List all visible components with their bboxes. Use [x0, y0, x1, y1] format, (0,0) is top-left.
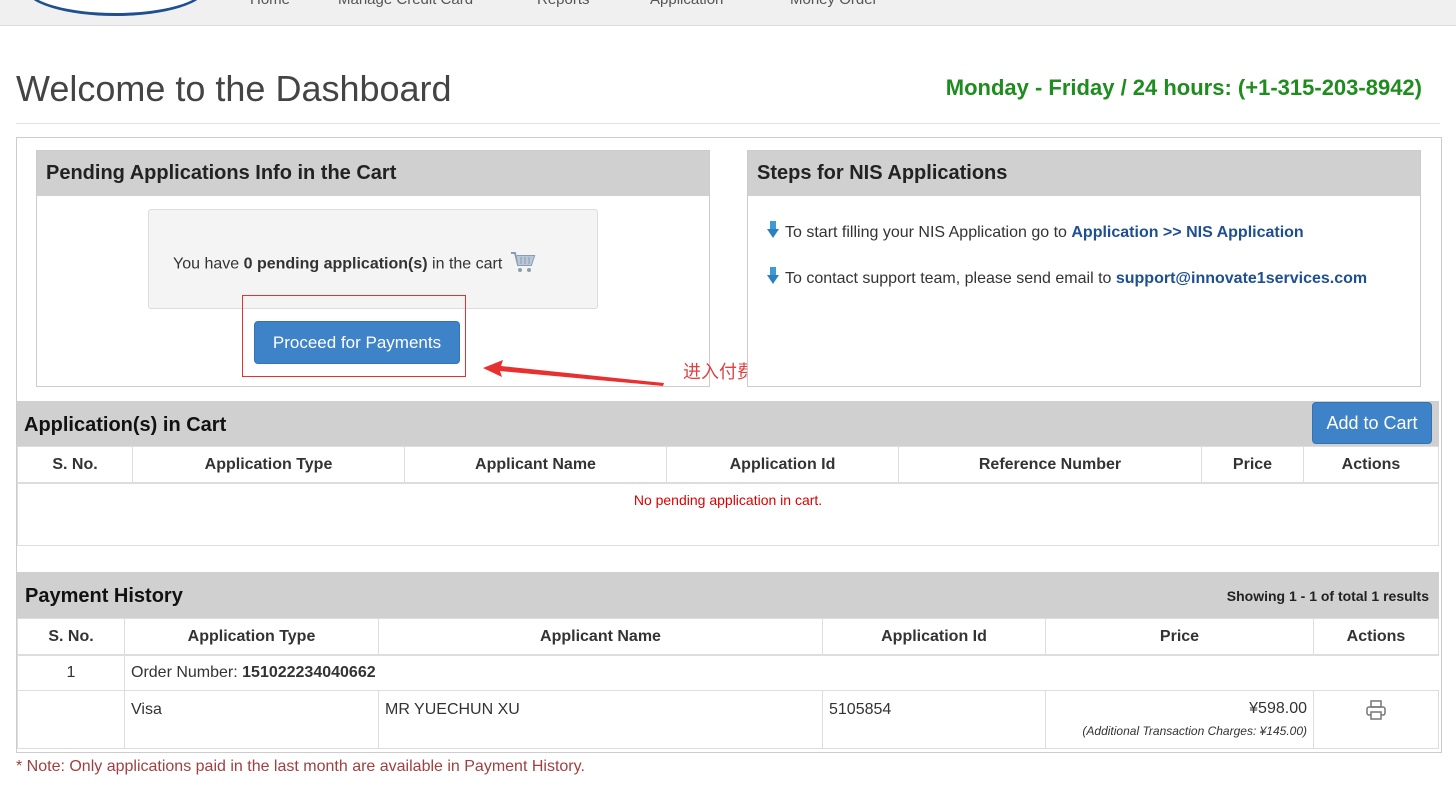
table-row: No pending application in cart.: [17, 482, 1439, 546]
annotation-label: 进入付费: [683, 362, 755, 383]
cart-info-suffix: in the cart: [427, 255, 503, 273]
nav-home[interactable]: Home: [250, 0, 290, 8]
site-logo[interactable]: [25, 0, 206, 16]
cart-info-text: You have 0 pending application(s) in the…: [173, 250, 536, 279]
results-count: Showing 1 - 1 of total 1 results: [1226, 588, 1429, 604]
order-number-cell: Order Number: 151022234040662: [124, 654, 1439, 691]
cart-section-title: Application(s) in Cart: [24, 414, 227, 436]
col-application-type[interactable]: Application Type: [132, 446, 405, 484]
applicant-name-cell: MR YUECHUN XU: [378, 689, 823, 749]
steps-panel: Steps for NIS Applications To start fill…: [747, 150, 1421, 387]
history-table-header: S. No. Application Type Applicant Name A…: [17, 618, 1439, 656]
print-icon[interactable]: [1365, 699, 1387, 725]
history-section-title: Payment History: [25, 585, 183, 607]
support-hours: Monday - Friday / 24 hours: (+1-315-203-…: [945, 75, 1422, 100]
annotation-highlight-box: [242, 295, 466, 377]
col-price[interactable]: Price: [1045, 618, 1314, 656]
application-id-cell: 5105854: [822, 689, 1046, 749]
col-actions[interactable]: Actions: [1303, 446, 1439, 484]
pending-panel-title: Pending Applications Info in the Cart: [37, 151, 709, 196]
step-2: To contact support team, please send ema…: [765, 266, 1367, 288]
page-title: Welcome to the Dashboard: [16, 68, 452, 109]
step-1-text: To start filling your NIS Application go…: [785, 224, 1072, 241]
payment-history-note: * Note: Only applications paid in the la…: [16, 758, 585, 775]
col-actions[interactable]: Actions: [1313, 618, 1439, 656]
col-reference-number[interactable]: Reference Number: [898, 446, 1202, 484]
add-to-cart-button[interactable]: Add to Cart: [1312, 402, 1432, 444]
step-1: To start filling your NIS Application go…: [765, 220, 1304, 242]
pending-count: 0 pending application(s): [243, 255, 428, 273]
nis-application-link[interactable]: Application >> NIS Application: [1071, 224, 1303, 241]
price-cell: ¥598.00 (Additional Transaction Charges:…: [1045, 689, 1314, 749]
cart-info-prefix: You have: [173, 255, 244, 273]
top-navbar: Home Manage Credit Card Reports Applicat…: [0, 0, 1456, 26]
table-row: Visa MR YUECHUN XU 5105854 ¥598.00 (Addi…: [17, 689, 1439, 749]
nav-application[interactable]: Application: [650, 0, 723, 8]
nav-manage-credit-card[interactable]: Manage Credit Card: [338, 0, 473, 8]
order-sno: 1: [17, 654, 125, 691]
step-2-text: To contact support team, please send ema…: [785, 270, 1116, 287]
order-number-label: Order Number:: [131, 663, 243, 681]
pointer-down-icon: [765, 220, 781, 240]
price-amount: ¥598.00: [1249, 699, 1307, 717]
col-sno[interactable]: S. No.: [17, 618, 125, 656]
nav-money-order[interactable]: Money Order: [790, 0, 878, 8]
application-type-cell: Visa: [124, 689, 379, 749]
empty-cart-message: No pending application in cart.: [17, 482, 1439, 546]
col-application-id[interactable]: Application Id: [822, 618, 1046, 656]
history-section-header: Payment History Showing 1 - 1 of total 1…: [17, 572, 1439, 618]
divider: [16, 123, 1440, 124]
pointer-down-icon: [765, 266, 781, 286]
cart-table-header: S. No. Application Type Applicant Name A…: [17, 446, 1439, 484]
cart-section-header: Application(s) in Cart: [17, 401, 1439, 446]
support-email-link[interactable]: support@innovate1services.com: [1116, 270, 1367, 287]
col-applicant-name[interactable]: Applicant Name: [378, 618, 823, 656]
shopping-cart-icon: [510, 250, 536, 279]
col-price[interactable]: Price: [1201, 446, 1304, 484]
empty-cell: [17, 689, 125, 749]
nav-reports[interactable]: Reports: [537, 0, 590, 8]
transaction-charges: (Additional Transaction Charges: ¥145.00…: [1082, 723, 1307, 738]
cart-table: S. No. Application Type Applicant Name A…: [17, 446, 1439, 546]
col-application-id[interactable]: Application Id: [666, 446, 899, 484]
order-row: 1 Order Number: 151022234040662: [17, 654, 1439, 691]
cart-info-box: You have 0 pending application(s) in the…: [148, 209, 598, 309]
col-applicant-name[interactable]: Applicant Name: [404, 446, 667, 484]
col-sno[interactable]: S. No.: [17, 446, 133, 484]
col-application-type[interactable]: Application Type: [124, 618, 379, 656]
order-number: 151022234040662: [242, 663, 376, 681]
payment-history-table: S. No. Application Type Applicant Name A…: [17, 618, 1439, 749]
steps-panel-title: Steps for NIS Applications: [748, 151, 1420, 196]
actions-cell: [1313, 689, 1439, 749]
